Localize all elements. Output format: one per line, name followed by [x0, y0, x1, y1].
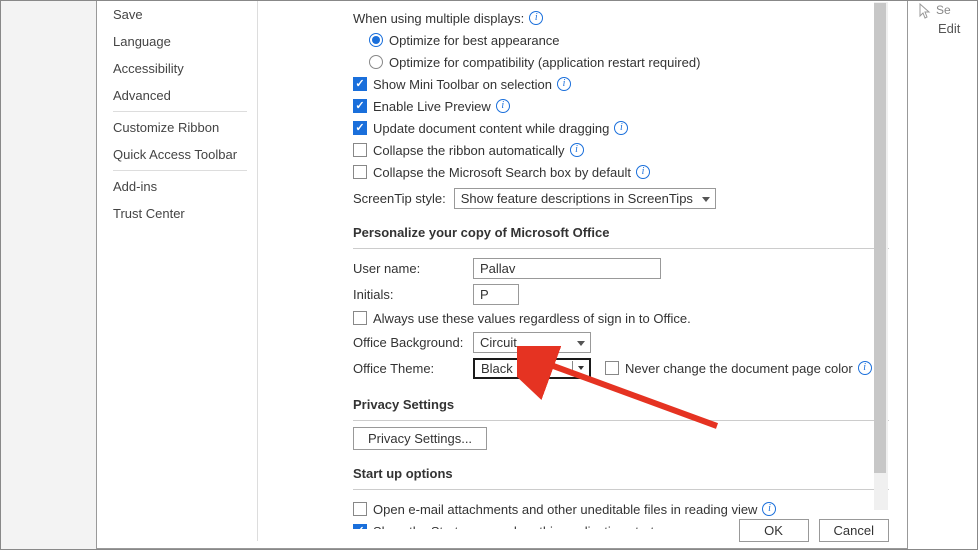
info-icon[interactable]: [762, 502, 776, 516]
checkbox-update-drag-label: Update document content while dragging: [373, 121, 609, 136]
checkbox-show-start[interactable]: [353, 524, 367, 529]
office-theme-select[interactable]: Black: [473, 358, 591, 379]
sidebar-item-language[interactable]: Language: [103, 28, 257, 55]
radio-compatibility[interactable]: [369, 55, 383, 69]
options-dialog: Save Language Accessibility Advanced Cus…: [96, 1, 908, 549]
info-icon[interactable]: [557, 77, 571, 91]
ok-button[interactable]: OK: [739, 519, 809, 542]
checkbox-update-drag[interactable]: [353, 121, 367, 135]
personalize-heading: Personalize your copy of Microsoft Offic…: [269, 225, 889, 240]
multi-display-label: When using multiple displays:: [353, 11, 524, 26]
sidebar-item-customize-ribbon[interactable]: Customize Ribbon: [103, 114, 257, 141]
sidebar-separator: [113, 170, 247, 171]
initials-input[interactable]: P: [473, 284, 519, 305]
sidebar-item-quick-access[interactable]: Quick Access Toolbar: [103, 141, 257, 168]
checkbox-collapse-ribbon[interactable]: [353, 143, 367, 157]
checkbox-live-preview[interactable]: [353, 99, 367, 113]
scrollbar-track[interactable]: [874, 2, 888, 510]
sidebar-separator: [113, 111, 247, 112]
checkbox-always-use-label: Always use these values regardless of si…: [373, 311, 691, 326]
options-sidebar: Save Language Accessibility Advanced Cus…: [103, 1, 258, 541]
checkbox-open-email-label: Open e-mail attachments and other unedit…: [373, 502, 757, 517]
office-background-value: Circuit: [480, 335, 517, 350]
checkbox-never-change-color-label: Never change the document page color: [625, 361, 853, 376]
sidebar-item-trust-center[interactable]: Trust Center: [103, 200, 257, 227]
scrollbar-thumb[interactable]: [874, 3, 886, 473]
cursor-select-icon: [918, 3, 932, 22]
info-icon[interactable]: [496, 99, 510, 113]
radio-best-appearance-label: Optimize for best appearance: [389, 33, 560, 48]
checkbox-collapse-search[interactable]: [353, 165, 367, 179]
info-icon[interactable]: [529, 11, 543, 25]
initials-value: P: [480, 287, 489, 302]
checkbox-live-preview-label: Enable Live Preview: [373, 99, 491, 114]
radio-compatibility-label: Optimize for compatibility (application …: [389, 55, 700, 70]
cancel-button[interactable]: Cancel: [819, 519, 889, 542]
sidebar-item-advanced[interactable]: Advanced: [103, 82, 257, 109]
info-icon[interactable]: [570, 143, 584, 157]
info-icon[interactable]: [636, 165, 650, 179]
chevron-down-icon[interactable]: [572, 361, 588, 376]
options-main-panel: When using multiple displays: Optimize f…: [265, 1, 889, 529]
checkbox-mini-toolbar-label: Show Mini Toolbar on selection: [373, 77, 552, 92]
office-theme-label: Office Theme:: [353, 361, 473, 376]
user-name-input[interactable]: Pallav: [473, 258, 661, 279]
screentip-select[interactable]: Show feature descriptions in ScreenTips: [454, 188, 716, 209]
privacy-settings-button[interactable]: Privacy Settings...: [353, 427, 487, 450]
office-background-select[interactable]: Circuit: [473, 332, 591, 353]
section-rule: [353, 489, 889, 490]
checkbox-mini-toolbar[interactable]: [353, 77, 367, 91]
checkbox-show-start-label: Show the Start screen when this applicat…: [373, 524, 661, 530]
sidebar-item-accessibility[interactable]: Accessibility: [103, 55, 257, 82]
user-name-label: User name:: [353, 261, 473, 276]
checkbox-always-use[interactable]: [353, 311, 367, 325]
info-icon[interactable]: [614, 121, 628, 135]
screentip-label: ScreenTip style:: [353, 191, 446, 206]
background-toolbar: Se Edit: [907, 1, 977, 549]
user-name-value: Pallav: [480, 261, 515, 276]
info-icon[interactable]: [858, 361, 872, 375]
checkbox-collapse-search-label: Collapse the Microsoft Search box by def…: [373, 165, 631, 180]
checkbox-open-email[interactable]: [353, 502, 367, 516]
select-label-fragment: Se: [936, 3, 951, 17]
radio-best-appearance[interactable]: [369, 33, 383, 47]
section-rule: [353, 248, 889, 249]
startup-heading: Start up options: [269, 466, 889, 481]
privacy-heading: Privacy Settings: [269, 397, 889, 412]
sidebar-item-save[interactable]: Save: [103, 1, 257, 28]
screentip-select-value: Show feature descriptions in ScreenTips: [461, 191, 693, 206]
editing-label-fragment: Edit: [938, 21, 960, 36]
initials-label: Initials:: [353, 287, 473, 302]
office-background-label: Office Background:: [353, 335, 473, 350]
checkbox-never-change-color[interactable]: [605, 361, 619, 375]
office-theme-value: Black: [481, 361, 513, 376]
dialog-footer: OK Cancel: [739, 519, 889, 542]
checkbox-collapse-ribbon-label: Collapse the ribbon automatically: [373, 143, 565, 158]
section-rule: [353, 420, 889, 421]
sidebar-item-addins[interactable]: Add-ins: [103, 173, 257, 200]
